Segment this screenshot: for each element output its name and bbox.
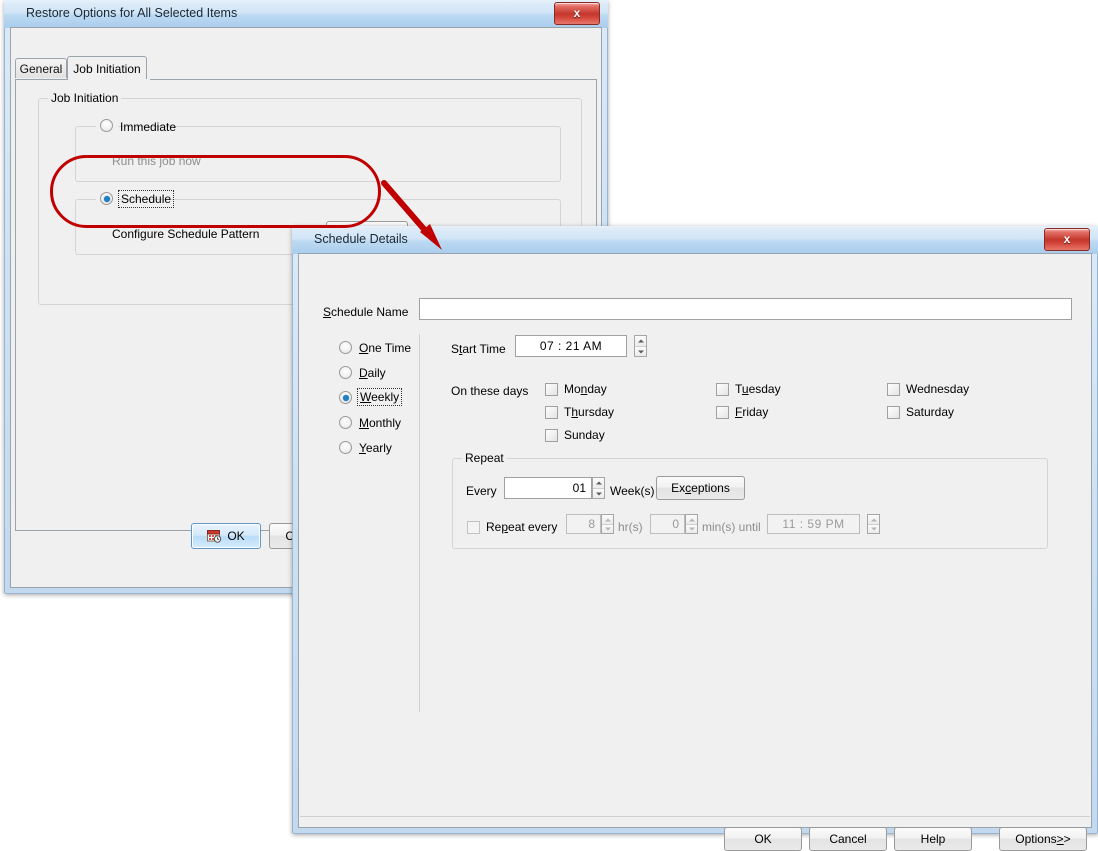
- schedule-titlebar-gloss: [292, 226, 1098, 240]
- repeat-hours-spinner[interactable]: [601, 514, 614, 534]
- radio-yearly-label: Yearly: [359, 441, 392, 455]
- every-spinner[interactable]: [592, 477, 605, 499]
- checkbox-wednesday[interactable]: [887, 383, 900, 396]
- radio-one-time-label: One Time: [359, 341, 411, 355]
- tab-general-label: General: [20, 62, 63, 76]
- radio-monthly-label: Monthly: [359, 416, 401, 430]
- immediate-groupbox: Immediate Run this job now: [75, 126, 561, 182]
- repeat-minutes-spinner[interactable]: [685, 514, 698, 534]
- every-input[interactable]: 01: [504, 477, 592, 499]
- schedule-ok-button[interactable]: OK: [724, 827, 802, 851]
- checkbox-saturday-label: Saturday: [906, 405, 954, 419]
- job-initiation-groupbox-title: Job Initiation: [48, 91, 121, 105]
- every-label: Every: [466, 484, 497, 498]
- radio-one-time[interactable]: [339, 341, 352, 354]
- start-time-field[interactable]: 07 : 21 AM: [515, 335, 627, 357]
- hours-unit-label: hr(s): [618, 520, 643, 534]
- checkbox-monday-label: Monday: [564, 382, 607, 396]
- restore-ok-label: OK: [227, 529, 244, 543]
- checkbox-saturday[interactable]: [887, 406, 900, 419]
- radio-daily[interactable]: [339, 366, 352, 379]
- immediate-label: Immediate: [120, 120, 176, 134]
- schedule-label: Schedule: [120, 192, 172, 206]
- radio-weekly[interactable]: [339, 391, 352, 404]
- schedule-cancel-button[interactable]: Cancel: [809, 827, 887, 851]
- repeat-until-spinner[interactable]: [867, 514, 880, 534]
- repeat-hours-input[interactable]: 8: [566, 514, 601, 534]
- footer-separator: [300, 816, 1090, 817]
- schedule-options-button[interactable]: Options>>: [999, 827, 1087, 851]
- tab-job-initiation-label: Job Initiation: [73, 62, 140, 76]
- spinner-down-icon[interactable]: [593, 488, 604, 498]
- spinner-down-icon[interactable]: [686, 524, 697, 533]
- radio-weekly-label: Weekly: [359, 390, 400, 404]
- close-icon[interactable]: x: [554, 2, 600, 25]
- radio-daily-label: Daily: [359, 366, 386, 380]
- schedule-dialog-body: Schedule Name One Time Daily Weekly Mont…: [298, 253, 1092, 828]
- repeat-hours-value: 8: [588, 518, 595, 530]
- checkbox-wednesday-label: Wednesday: [906, 382, 969, 396]
- checkbox-friday-label: Friday: [735, 405, 768, 419]
- on-these-days-label: On these days: [451, 384, 528, 398]
- spinner-up-icon[interactable]: [686, 515, 697, 524]
- calendar-clock-icon: [207, 529, 222, 543]
- repeat-groupbox: Repeat Every 01 Week(s) Exceptions Repea…: [452, 458, 1048, 549]
- start-time-value: 07 : 21 AM: [540, 340, 602, 352]
- checkbox-thursday[interactable]: [545, 406, 558, 419]
- checkbox-friday[interactable]: [716, 406, 729, 419]
- schedule-help-button[interactable]: Help: [894, 827, 972, 851]
- every-value: 01: [573, 482, 586, 494]
- checkbox-sunday[interactable]: [545, 429, 558, 442]
- spinner-up-icon[interactable]: [868, 515, 879, 524]
- restore-ok-button[interactable]: OK: [191, 523, 261, 549]
- repeat-until-value: 11 : 59 PM: [782, 518, 844, 530]
- start-time-label: Start Time: [451, 342, 506, 356]
- checkbox-tuesday[interactable]: [716, 383, 729, 396]
- checkbox-repeat-every[interactable]: [467, 521, 480, 534]
- radio-monthly[interactable]: [339, 416, 352, 429]
- spinner-up-icon[interactable]: [635, 336, 646, 346]
- repeat-minutes-input[interactable]: 0: [650, 514, 685, 534]
- checkbox-tuesday-label: Tuesday: [735, 382, 781, 396]
- checkbox-monday[interactable]: [545, 383, 558, 396]
- configure-schedule-pattern-label: Configure Schedule Pattern: [112, 227, 259, 241]
- repeat-minutes-value: 0: [672, 518, 679, 530]
- spinner-up-icon[interactable]: [593, 478, 604, 488]
- checkbox-sunday-label: Sunday: [564, 428, 605, 442]
- close-icon[interactable]: x: [1044, 228, 1090, 251]
- repeat-until-field[interactable]: 11 : 59 PM: [767, 514, 860, 534]
- start-time-spinner[interactable]: [634, 335, 647, 357]
- checkbox-thursday-label: Thursday: [564, 405, 614, 419]
- minutes-unit-label: min(s) until: [702, 520, 761, 534]
- exceptions-button[interactable]: Exceptions: [656, 476, 745, 500]
- spinner-down-icon[interactable]: [635, 346, 646, 356]
- panel-divider: [419, 334, 420, 712]
- schedule-details-dialog: Schedule Details x Schedule Name One Tim…: [292, 226, 1098, 834]
- radio-yearly[interactable]: [339, 441, 352, 454]
- spinner-down-icon[interactable]: [602, 524, 613, 533]
- repeat-every-label: Repeat every: [486, 520, 557, 534]
- tab-general[interactable]: General: [15, 58, 67, 78]
- week-unit-label: Week(s): [610, 484, 654, 498]
- restore-window-title: Restore Options for All Selected Items: [26, 6, 237, 20]
- radio-schedule[interactable]: [100, 192, 113, 205]
- restore-titlebar[interactable]: Restore Options for All Selected Items x: [4, 0, 608, 28]
- schedule-name-input[interactable]: [419, 298, 1072, 320]
- spinner-down-icon[interactable]: [868, 524, 879, 533]
- spinner-up-icon[interactable]: [602, 515, 613, 524]
- schedule-titlebar[interactable]: Schedule Details x: [292, 226, 1098, 254]
- radio-immediate[interactable]: [100, 119, 113, 132]
- schedule-window-title: Schedule Details: [314, 232, 408, 246]
- tab-job-initiation[interactable]: Job Initiation: [67, 56, 147, 80]
- repeat-groupbox-title: Repeat: [462, 451, 507, 465]
- immediate-description: Run this job now: [112, 154, 201, 168]
- tab-active-mask: [69, 79, 150, 81]
- schedule-name-label: Schedule Name: [323, 305, 408, 319]
